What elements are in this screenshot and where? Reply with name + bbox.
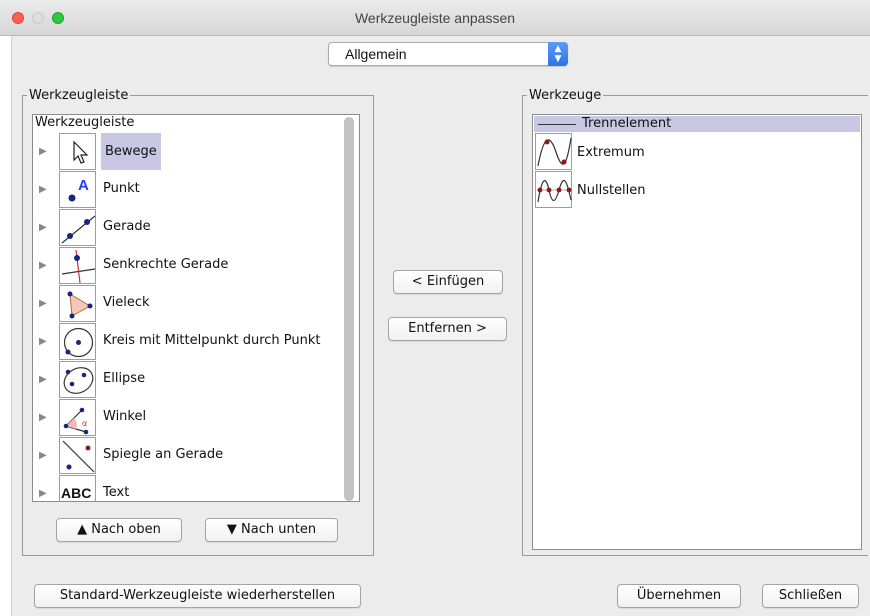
tree-item-bewege[interactable]: ▶ Bewege bbox=[35, 133, 335, 171]
restore-default-toolbar-button[interactable]: Standard-Werkzeugleiste wiederherstellen bbox=[34, 584, 361, 608]
tool-item-nullstellen[interactable]: Nullstellen bbox=[533, 171, 833, 209]
roots-icon bbox=[535, 171, 572, 208]
circle-icon bbox=[59, 323, 96, 360]
tree-item-text[interactable]: ▶ ABC Text bbox=[35, 475, 335, 501]
expand-triangle-icon[interactable]: ▶ bbox=[39, 184, 47, 195]
tree-item-ellipse[interactable]: ▶ Ellipse bbox=[35, 361, 335, 399]
toolbar-select-value: Allgemein bbox=[345, 46, 407, 62]
toolbar-select[interactable]: Allgemein ▲ ▼ bbox=[328, 42, 568, 66]
tree-item-label: Winkel bbox=[103, 409, 147, 424]
toolbar-group-legend: Werkzeugleiste bbox=[29, 88, 129, 103]
separator-label: Trennelement bbox=[582, 116, 672, 131]
expand-triangle-icon[interactable]: ▶ bbox=[39, 222, 47, 233]
tool-item-extremum[interactable]: Extremum bbox=[533, 133, 833, 171]
ellipse-icon bbox=[59, 361, 96, 398]
tool-item-label: Nullstellen bbox=[577, 183, 646, 198]
move-down-button[interactable]: ▼ Nach unten bbox=[205, 518, 338, 542]
expand-triangle-icon[interactable]: ▶ bbox=[39, 260, 47, 271]
tree-scrollbar[interactable] bbox=[344, 117, 354, 501]
expand-triangle-icon[interactable]: ▶ bbox=[39, 374, 47, 385]
perpendicular-line-icon bbox=[59, 247, 96, 284]
expand-triangle-icon[interactable]: ▶ bbox=[39, 412, 47, 423]
move-cursor-icon bbox=[59, 133, 96, 170]
tree-item-spiegle-an-gerade[interactable]: ▶ Spiegle an Gerade bbox=[35, 437, 335, 475]
tree-item-kreis[interactable]: ▶ Kreis mit Mittelpunkt durch Punkt bbox=[35, 323, 335, 361]
tree-item-label: Gerade bbox=[103, 219, 151, 234]
svg-text:A: A bbox=[78, 177, 89, 194]
svg-text:α: α bbox=[82, 419, 87, 428]
reflect-line-icon bbox=[59, 437, 96, 474]
move-up-button[interactable]: ▲ Nach oben bbox=[56, 518, 182, 542]
separator-line-icon bbox=[538, 124, 576, 125]
tree-item-punkt[interactable]: ▶ A Punkt bbox=[35, 171, 335, 209]
tree-item-label: Kreis mit Mittelpunkt durch Punkt bbox=[103, 333, 321, 348]
close-button[interactable]: Schließen bbox=[762, 584, 859, 608]
tree-item-label: Text bbox=[103, 485, 130, 500]
line-icon bbox=[59, 209, 96, 246]
tree-item-senkrechte-gerade[interactable]: ▶ Senkrechte Gerade bbox=[35, 247, 335, 285]
tree-item-label: Bewege bbox=[101, 133, 161, 170]
tools-list[interactable]: Trennelement Extremum Nullstellen bbox=[532, 114, 862, 550]
tree-item-label: Punkt bbox=[103, 181, 140, 196]
tree-item-vieleck[interactable]: ▶ Vieleck bbox=[35, 285, 335, 323]
tree-item-label: Vieleck bbox=[103, 295, 150, 310]
expand-triangle-icon[interactable]: ▶ bbox=[39, 146, 47, 157]
tool-item-label: Extremum bbox=[577, 145, 645, 160]
angle-icon: α bbox=[59, 399, 96, 436]
tree-item-label: Senkrechte Gerade bbox=[103, 257, 229, 272]
polygon-icon bbox=[59, 285, 96, 322]
point-icon: A bbox=[59, 171, 96, 208]
text-icon: ABC bbox=[59, 475, 96, 501]
expand-triangle-icon[interactable]: ▶ bbox=[39, 450, 47, 461]
separator-item[interactable]: Trennelement bbox=[534, 116, 860, 132]
expand-triangle-icon[interactable]: ▶ bbox=[39, 488, 47, 499]
tree-item-winkel[interactable]: ▶ α Winkel bbox=[35, 399, 335, 437]
tree-item-label: Spiegle an Gerade bbox=[103, 447, 224, 462]
insert-button[interactable]: < Einfügen bbox=[393, 270, 503, 294]
apply-button[interactable]: Übernehmen bbox=[617, 584, 741, 608]
background-window-edge bbox=[0, 36, 12, 616]
remove-button[interactable]: Entfernen > bbox=[388, 317, 507, 341]
expand-triangle-icon[interactable]: ▶ bbox=[39, 336, 47, 347]
toolbar-tree[interactable]: Werkzeugleiste ▶ Bewege ▶ A Punkt ▶ Gera… bbox=[32, 114, 360, 502]
window-title: Werkzeugleiste anpassen bbox=[354, 10, 516, 26]
extremum-icon bbox=[535, 133, 572, 170]
updown-arrows-icon: ▲ ▼ bbox=[548, 42, 568, 66]
svg-text:ABC: ABC bbox=[61, 485, 91, 501]
tree-root-label: Werkzeugleiste bbox=[35, 115, 135, 130]
tools-group-legend: Werkzeuge bbox=[529, 88, 602, 103]
tree-item-label: Ellipse bbox=[103, 371, 146, 386]
expand-triangle-icon[interactable]: ▶ bbox=[39, 298, 47, 309]
tree-item-gerade[interactable]: ▶ Gerade bbox=[35, 209, 335, 247]
